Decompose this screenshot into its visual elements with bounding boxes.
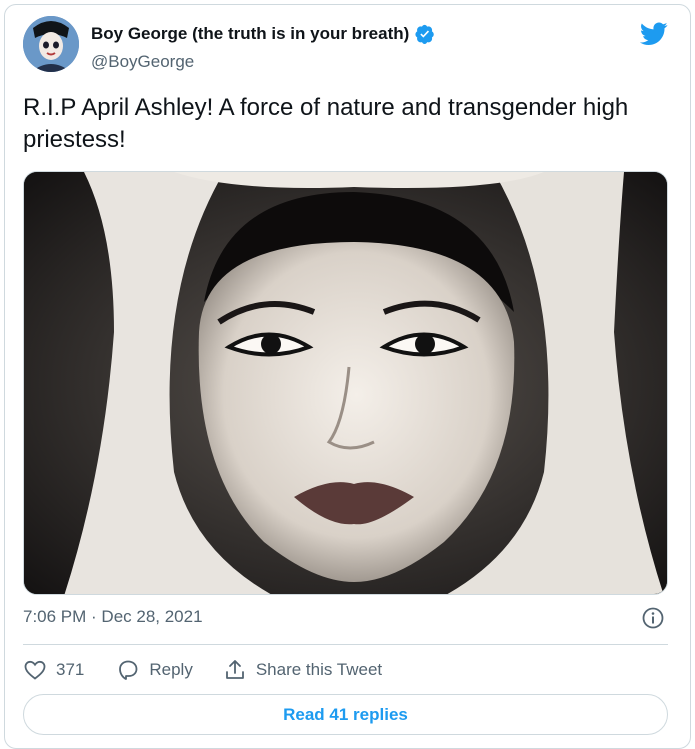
reply-bubble-icon (119, 660, 138, 680)
like-count: 371 (56, 660, 85, 679)
tweet-text: R.I.P April Ashley! A force of nature an… (23, 94, 629, 153)
author-name-row[interactable]: Boy George (the truth is in your breath) (91, 24, 435, 44)
heart-icon (24, 660, 46, 680)
author-handle[interactable]: @BoyGeorge (91, 52, 194, 72)
share-label: Share this Tweet (255, 660, 383, 679)
info-icon[interactable] (641, 606, 665, 630)
verified-badge-icon (415, 24, 435, 44)
read-replies-label: Read 41 replies (283, 704, 408, 724)
share-icon (225, 660, 244, 679)
divider (23, 644, 668, 645)
share-button[interactable]: Share this Tweet (223, 658, 382, 682)
like-button[interactable]: 371 (23, 658, 84, 682)
reply-label: Reply (149, 660, 193, 679)
author-name[interactable]: Boy George (the truth is in your breath) (91, 24, 409, 44)
read-replies-button[interactable]: Read 41 replies (23, 694, 668, 735)
tweet-timestamp[interactable]: 7:06 PM · Dec 28, 2021 (23, 607, 203, 627)
avatar[interactable] (23, 16, 79, 72)
tweet-photo[interactable] (23, 171, 668, 595)
reply-button[interactable]: Reply (116, 658, 193, 682)
twitter-bird-icon[interactable] (640, 22, 668, 46)
tweet-actions: 371 Reply Share this Tweet (23, 656, 382, 684)
